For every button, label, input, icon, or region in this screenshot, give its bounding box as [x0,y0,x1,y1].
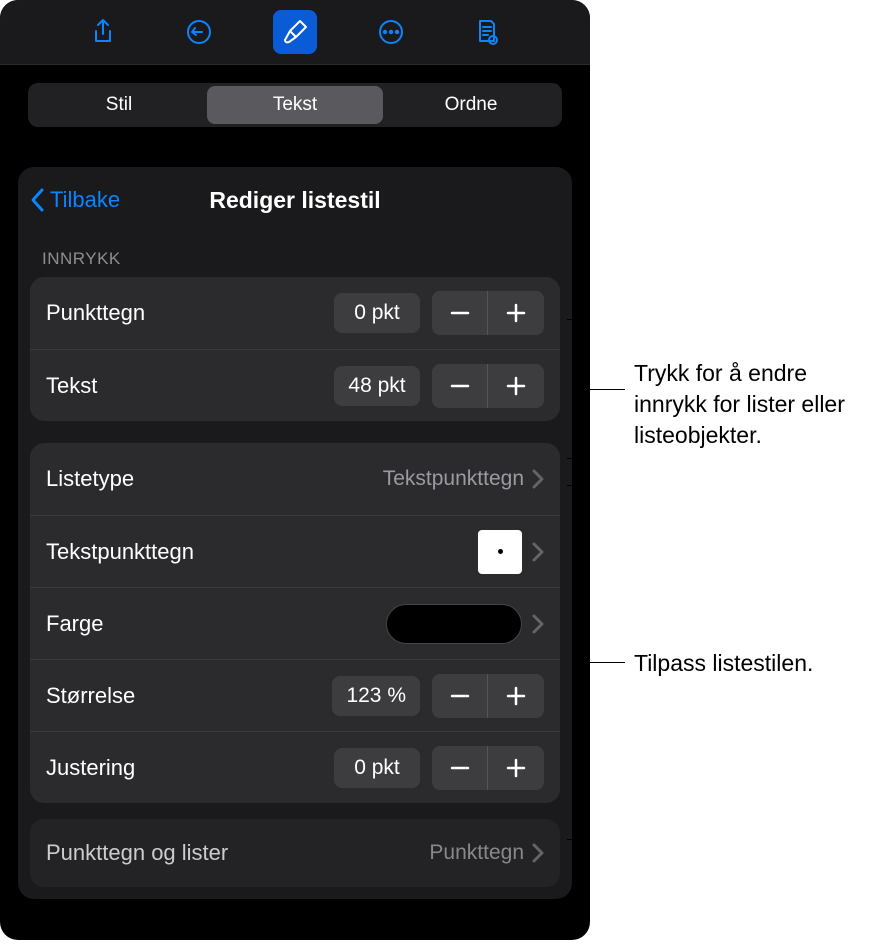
size-row: Størrelse 123 % [30,659,560,731]
chevron-right-icon [532,614,544,634]
panel-header: Tilbake Rediger listestil [18,171,572,229]
back-button[interactable]: Tilbake [18,186,120,214]
chevron-left-icon [28,186,48,214]
indent-text-stepper [432,364,544,408]
align-stepper [432,746,544,790]
align-increment[interactable] [488,746,544,790]
minus-icon [449,302,471,324]
format-brush-icon [280,17,310,47]
format-button[interactable] [273,10,317,54]
bracket-customize [567,485,581,840]
indent-section-label: INNRYKK [18,229,572,277]
plus-icon [505,757,527,779]
align-row: Justering 0 pkt [30,731,560,803]
device-frame: Stil Tekst Ordne Tilbake Rediger listest… [0,0,590,940]
align-value[interactable]: 0 pkt [334,748,420,788]
undo-button[interactable] [177,10,221,54]
size-value[interactable]: 123 % [332,676,420,716]
callout-indent: Trykk for å endre innrykk for lister ell… [634,358,874,451]
minus-icon [449,685,471,707]
listtype-label: Listetype [46,466,383,492]
textbullet-label: Tekstpunkttegn [46,539,478,565]
top-toolbar [0,0,590,65]
listtype-value: Tekstpunkttegn [383,467,524,491]
listtype-row[interactable]: Listetype Tekstpunkttegn [30,443,560,515]
share-button[interactable] [81,10,125,54]
tabs-segmented: Stil Tekst Ordne [28,83,562,127]
chevron-right-icon [532,843,544,863]
indent-group: Punkttegn 0 pkt Tekst 48 pkt [30,277,560,421]
callout-customize: Tilpass listestilen. [634,648,874,679]
bullets-lists-value: Punkttegn [429,841,524,865]
bullets-lists-label: Punkttegn og lister [46,840,429,866]
color-label: Farge [46,611,386,637]
minus-icon [449,757,471,779]
style-group: Listetype Tekstpunkttegn Tekstpunkttegn … [30,443,560,803]
chevron-right-icon [532,469,544,489]
indent-bullet-row: Punkttegn 0 pkt [30,277,560,349]
indent-bullet-stepper [432,291,544,335]
callout-line-customize [581,662,625,663]
bullet-preview [478,530,522,574]
indent-text-increment[interactable] [488,364,544,408]
indent-text-label: Tekst [46,373,334,399]
share-icon [88,17,118,47]
indent-bullet-decrement[interactable] [432,291,488,335]
more-button[interactable] [369,10,413,54]
undo-icon [184,17,214,47]
bullets-lists-row[interactable]: Punkttegn og lister Punkttegn [30,819,560,887]
color-row[interactable]: Farge [30,587,560,659]
document-button[interactable] [465,10,509,54]
bracket-indent [567,319,581,459]
tab-text[interactable]: Tekst [207,86,383,124]
more-icon [376,17,406,47]
indent-bullet-value[interactable]: 0 pkt [334,293,420,333]
size-stepper [432,674,544,718]
tab-style[interactable]: Stil [31,86,207,124]
color-swatch [386,604,522,644]
size-increment[interactable] [488,674,544,718]
back-label: Tilbake [50,187,120,213]
tabs-container: Stil Tekst Ordne [0,65,590,127]
indent-text-row: Tekst 48 pkt [30,349,560,421]
format-panel: Tilbake Rediger listestil INNRYKK Punktt… [18,167,572,899]
plus-icon [505,302,527,324]
minus-icon [449,375,471,397]
align-decrement[interactable] [432,746,488,790]
size-label: Størrelse [46,683,332,709]
tab-arrange[interactable]: Ordne [383,86,559,124]
callout-line-indent [581,389,625,390]
doc-icon [472,17,502,47]
plus-icon [505,375,527,397]
plus-icon [505,685,527,707]
indent-bullet-increment[interactable] [488,291,544,335]
size-decrement[interactable] [432,674,488,718]
indent-text-value[interactable]: 48 pkt [334,366,420,406]
textbullet-row[interactable]: Tekstpunkttegn [30,515,560,587]
align-label: Justering [46,755,334,781]
chevron-right-icon [532,542,544,562]
indent-text-decrement[interactable] [432,364,488,408]
indent-bullet-label: Punkttegn [46,300,334,326]
